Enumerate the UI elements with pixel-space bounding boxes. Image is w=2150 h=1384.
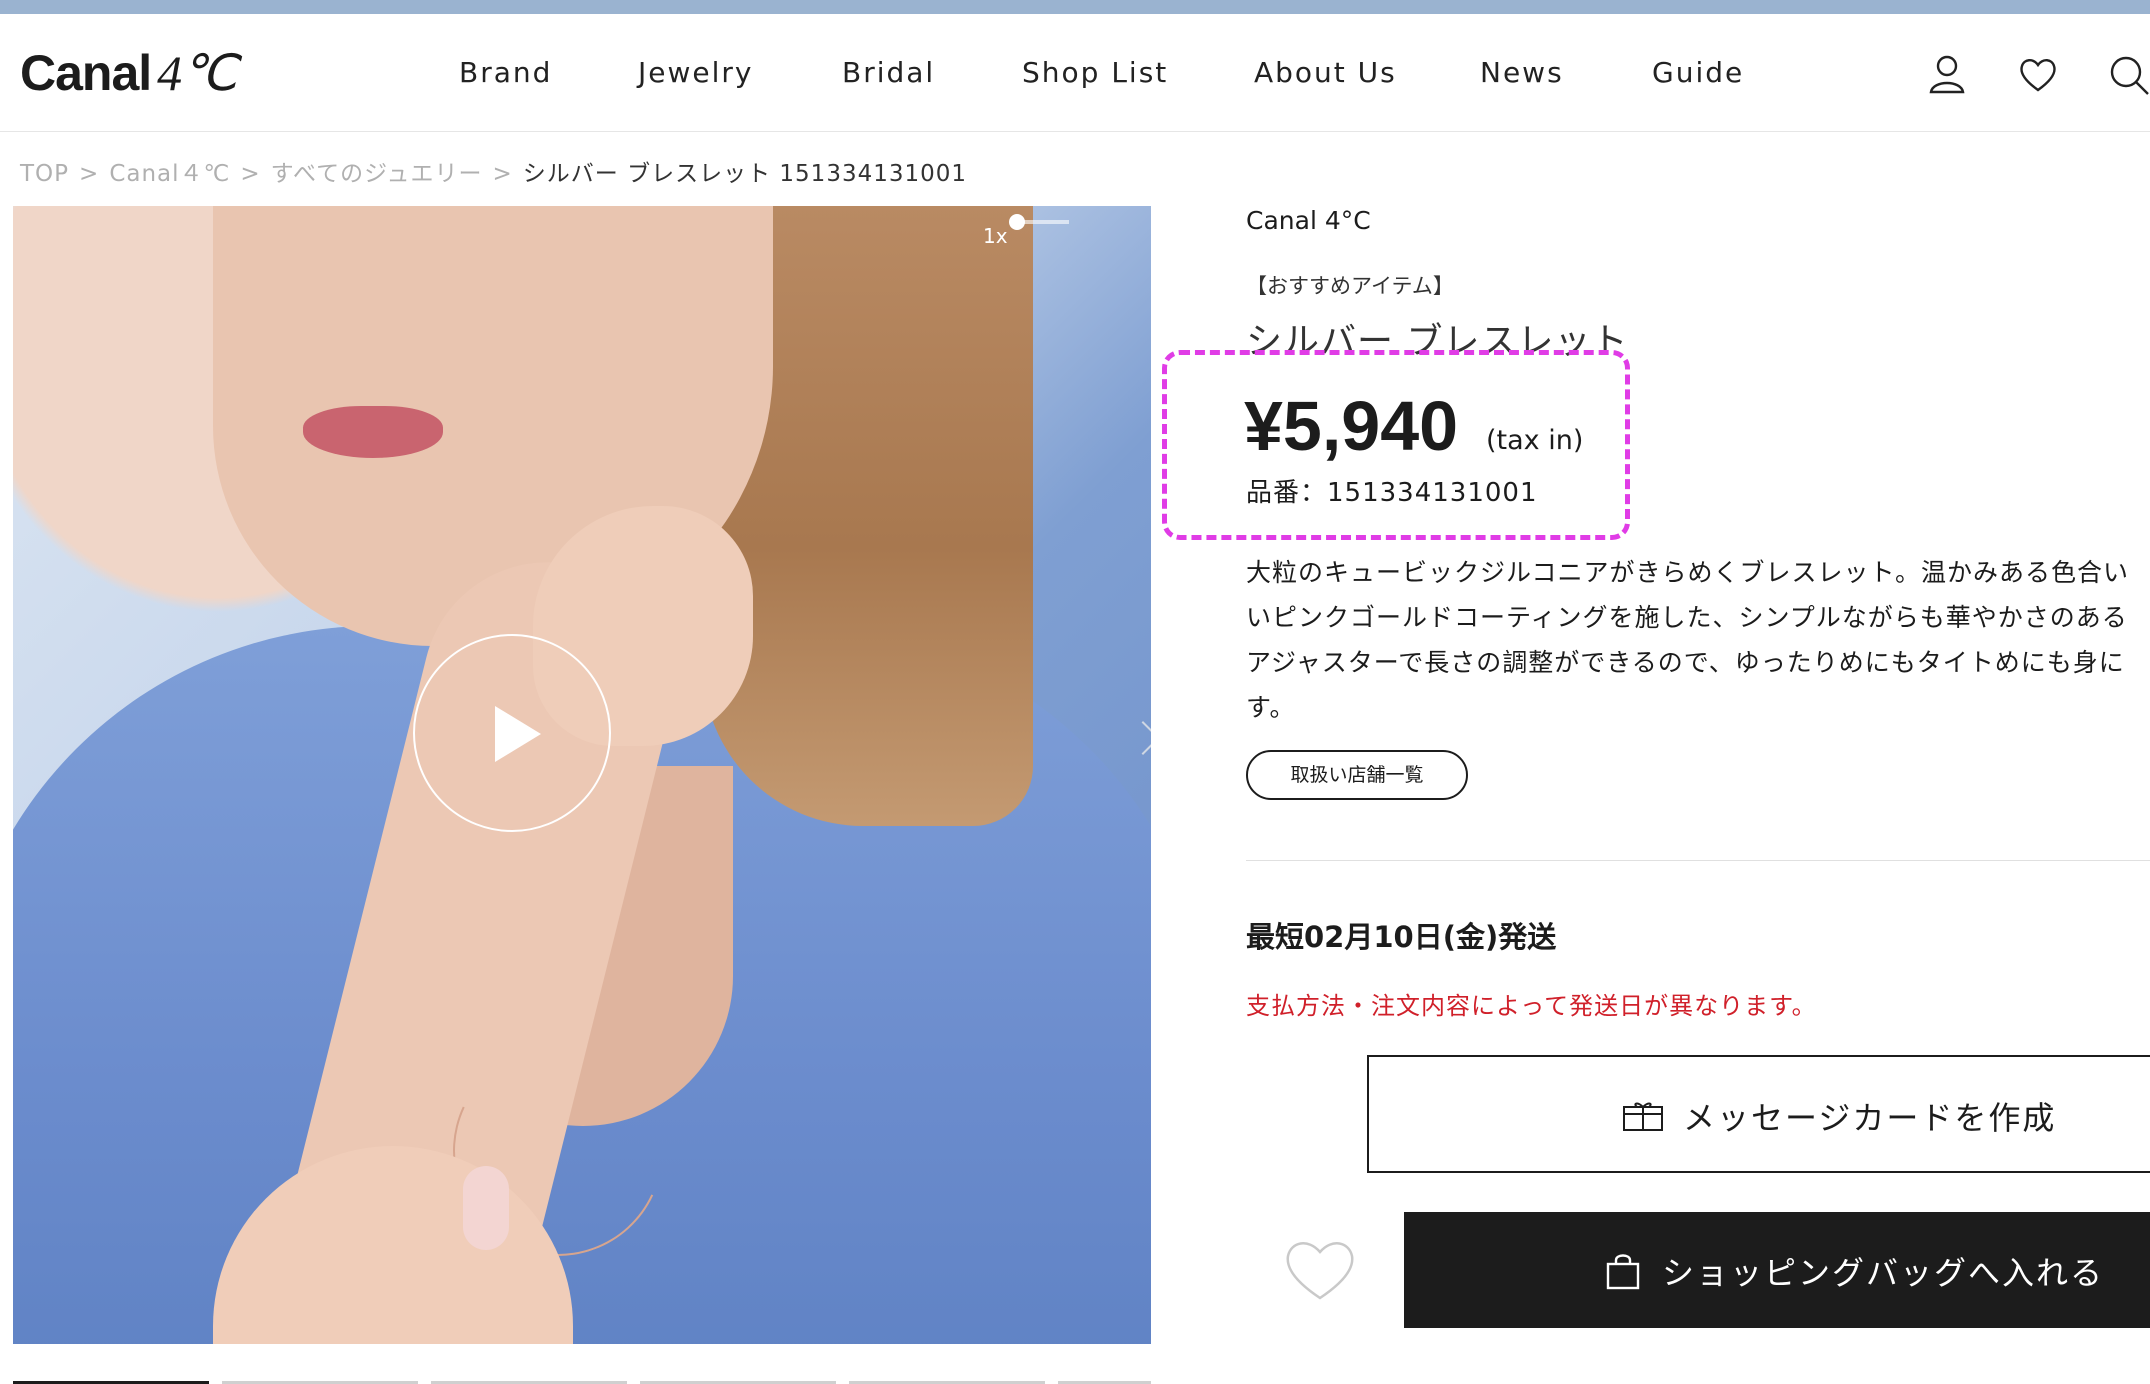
breadcrumb: TOP > Canal４℃ > すべてのジュエリー > シルバー ブレスレット 151334… <box>20 154 967 188</box>
product-brand: Canal 4°C <box>1246 206 1371 235</box>
speed-slider-knob[interactable] <box>1009 214 1025 230</box>
breadcrumb-separator: > <box>240 161 261 187</box>
play-icon <box>495 706 541 762</box>
tax-label: (tax in) <box>1486 425 1584 456</box>
breadcrumb-all-jewelry[interactable]: すべてのジュエリー <box>271 161 483 187</box>
heart-icon[interactable] <box>2016 52 2060 96</box>
product-price: ¥5,940 <box>1244 387 1459 465</box>
breadcrumb-top[interactable]: TOP <box>20 161 69 187</box>
search-icon[interactable] <box>2106 52 2150 96</box>
product-sku: 品番：151334131001 <box>1246 478 1538 508</box>
message-card-label: メッセージカードを作成 <box>1683 1099 2057 1137</box>
gift-card-icon <box>1623 1101 1663 1131</box>
add-to-bag-button[interactable]: ショッピングバッグへ入れる <box>1404 1212 2150 1328</box>
product-video[interactable]: 1x <box>13 206 1151 1344</box>
play-button[interactable] <box>413 634 611 832</box>
add-to-bag-label: ショッピングバッグへ入れる <box>1662 1254 2105 1292</box>
breadcrumb-separator: > <box>79 161 100 187</box>
description-line: 大粒のキュービックジルコニアがきらめくブレスレット。温かみある色合い <box>1246 558 2130 587</box>
site-logo[interactable]: Canal 4℃ <box>20 44 237 102</box>
logo-mark: 4℃ <box>157 45 237 101</box>
shipping-note: 支払方法・注文内容によって発送日が異なります。 <box>1246 992 1817 1020</box>
site-header: Canal 4℃ Brand Jewelry Bridal Shop List A… <box>0 14 2150 132</box>
description-line: アジャスターで長さの調整ができるので、ゆったりめにもタイトめにも身に <box>1246 648 2125 677</box>
nav-about-us[interactable]: About Us <box>1254 56 1397 89</box>
favorite-heart-icon[interactable] <box>1282 1234 1358 1304</box>
description-line: す。 <box>1246 693 1296 722</box>
breadcrumb-separator: > <box>492 161 513 187</box>
breadcrumb-current: シルバー ブレスレット 151334131001 <box>522 161 968 187</box>
shipping-date: 最短02月10日(金)発送 <box>1246 920 1557 954</box>
user-icon[interactable] <box>1925 52 1969 96</box>
nav-guide[interactable]: Guide <box>1652 56 1744 89</box>
divider <box>1246 860 2150 861</box>
top-stripe <box>0 0 2150 14</box>
shopping-bag-icon <box>1606 1252 1640 1290</box>
nav-brand[interactable]: Brand <box>459 56 552 89</box>
model-nail <box>463 1166 509 1250</box>
playback-speed: 1x <box>983 224 1008 248</box>
message-card-button[interactable]: メッセージカードを作成 <box>1367 1055 2150 1173</box>
stores-list-button[interactable]: 取扱い店舗一覧 <box>1246 750 1468 800</box>
breadcrumb-brand[interactable]: Canal４℃ <box>109 161 230 187</box>
nav-bridal[interactable]: Bridal <box>842 56 935 89</box>
nav-jewelry[interactable]: Jewelry <box>638 56 753 89</box>
model-lips <box>303 406 443 458</box>
product-tag: 【おすすめアイテム】 <box>1246 274 1454 298</box>
description-line: いピンクゴールドコーティングを施した、シンプルながらも華やかさのある <box>1246 603 2128 632</box>
product-description: 大粒のキュービックジルコニアがきらめくブレスレット。温かみある色合い いピンクゴ… <box>1246 550 2150 730</box>
nav-news[interactable]: News <box>1480 56 1564 89</box>
nav-shop-list[interactable]: Shop List <box>1022 56 1168 89</box>
logo-text: Canal <box>20 45 152 101</box>
